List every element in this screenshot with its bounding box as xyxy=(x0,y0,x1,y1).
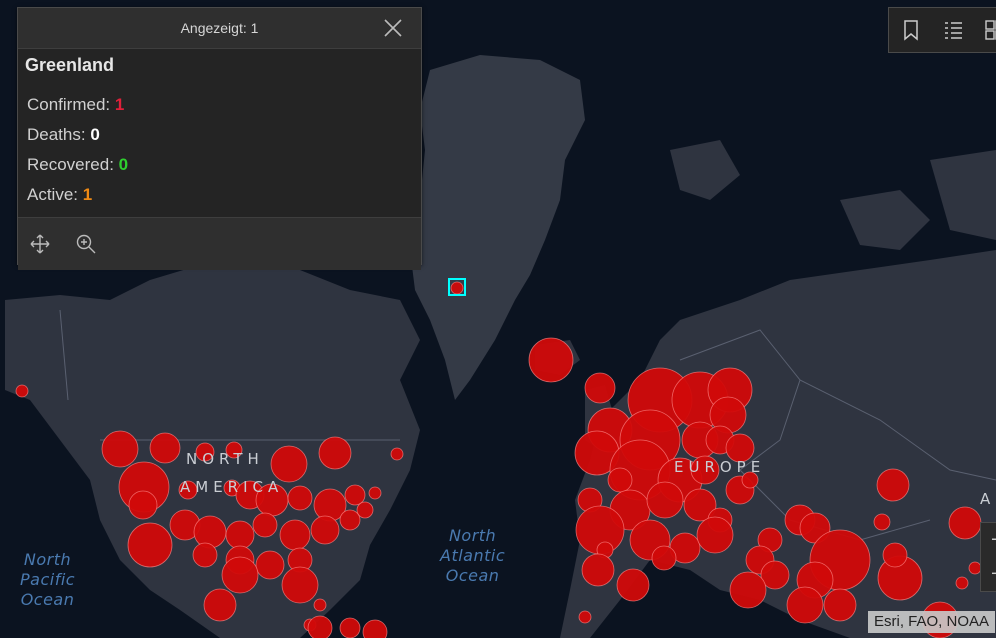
stat-active: Active: 1 xyxy=(27,180,414,210)
stat-value: 1 xyxy=(82,185,93,204)
bookmark-icon[interactable] xyxy=(899,18,923,42)
case-bubble[interactable] xyxy=(651,545,677,571)
case-bubble[interactable] xyxy=(344,484,366,506)
case-bubble[interactable] xyxy=(696,516,734,554)
feature-popup: Angezeigt: 1 Greenland Confirmed: 1 Deat… xyxy=(17,7,422,270)
stat-confirmed: Confirmed: 1 xyxy=(27,90,414,120)
case-bubble[interactable] xyxy=(729,571,767,609)
case-bubble[interactable] xyxy=(101,430,139,468)
case-bubble[interactable] xyxy=(149,432,181,464)
stat-recovered: Recovered: 0 xyxy=(27,150,414,180)
case-bubble[interactable] xyxy=(310,515,340,545)
ocean-label-pacific: North Pacific Ocean xyxy=(20,550,76,609)
case-bubble[interactable] xyxy=(607,467,633,493)
close-icon[interactable] xyxy=(383,18,403,38)
zoom-to-icon[interactable] xyxy=(74,232,98,256)
case-bubble[interactable] xyxy=(193,515,227,549)
case-bubble[interactable] xyxy=(528,337,574,383)
case-bubble[interactable] xyxy=(873,513,891,531)
popup-footer xyxy=(18,218,421,270)
map-attribution: Esri, FAO, NOAA xyxy=(868,611,996,633)
case-bubble[interactable] xyxy=(616,568,650,602)
stat-label: Deaths: xyxy=(27,125,86,144)
case-bubble[interactable] xyxy=(368,486,382,500)
legend-list-icon[interactable] xyxy=(941,18,965,42)
case-bubble[interactable] xyxy=(339,509,361,531)
popup-feature-count: Angezeigt: 1 xyxy=(180,20,259,36)
case-bubble[interactable] xyxy=(646,481,684,519)
case-bubble[interactable] xyxy=(955,576,969,590)
case-bubble[interactable] xyxy=(882,542,908,568)
case-bubble[interactable] xyxy=(876,468,910,502)
case-bubble[interactable] xyxy=(281,566,319,604)
zoom-control: + − xyxy=(980,522,996,592)
case-bubble[interactable] xyxy=(252,512,278,538)
case-bubble[interactable] xyxy=(128,490,158,520)
region-label-asia: A xyxy=(980,490,996,508)
case-bubble[interactable] xyxy=(584,372,616,404)
case-bubble[interactable] xyxy=(948,506,982,540)
case-bubble[interactable] xyxy=(270,445,308,483)
case-bubble[interactable] xyxy=(823,588,857,622)
case-bubble[interactable] xyxy=(225,520,255,550)
stat-deaths: Deaths: 0 xyxy=(27,120,414,150)
ocean-label-atlantic: North Atlantic Ocean xyxy=(440,526,506,585)
case-bubble[interactable] xyxy=(581,553,615,587)
case-bubble[interactable] xyxy=(203,588,237,622)
case-bubble[interactable] xyxy=(578,610,592,624)
stat-value: 1 xyxy=(114,95,125,114)
case-bubble[interactable] xyxy=(339,617,361,638)
case-bubble[interactable] xyxy=(313,598,327,612)
case-bubble[interactable] xyxy=(255,550,285,580)
popup-title: Greenland xyxy=(25,55,115,75)
region-label-america: AMERICA xyxy=(180,478,284,496)
zoom-out-button[interactable]: − xyxy=(981,557,996,591)
popup-header: Angezeigt: 1 xyxy=(18,8,421,49)
popup-body: Greenland Confirmed: 1 Deaths: 0 Recover… xyxy=(18,49,421,218)
stat-label: Confirmed: xyxy=(27,95,111,114)
stat-value: 0 xyxy=(118,155,129,174)
case-bubble[interactable] xyxy=(390,447,404,461)
pan-icon[interactable] xyxy=(28,232,52,256)
region-label-north: NORTH xyxy=(186,450,264,468)
stat-label: Recovered: xyxy=(27,155,114,174)
case-bubble[interactable] xyxy=(127,522,173,568)
stat-label: Active: xyxy=(27,185,79,204)
selected-feature-highlight[interactable] xyxy=(448,278,466,296)
case-bubble[interactable] xyxy=(15,384,29,398)
map-toolbar xyxy=(888,7,996,53)
zoom-in-button[interactable]: + xyxy=(981,523,996,557)
basemap-gallery-icon[interactable] xyxy=(983,18,996,42)
region-label-europe: EUROPE xyxy=(674,458,766,476)
case-bubble[interactable] xyxy=(279,519,311,551)
case-bubble[interactable] xyxy=(287,485,313,511)
case-bubble[interactable] xyxy=(307,615,333,638)
case-bubble[interactable] xyxy=(786,586,824,624)
case-bubble[interactable] xyxy=(221,556,259,594)
case-bubble[interactable] xyxy=(192,542,218,568)
stat-value: 0 xyxy=(90,125,100,144)
case-bubble[interactable] xyxy=(318,436,352,470)
